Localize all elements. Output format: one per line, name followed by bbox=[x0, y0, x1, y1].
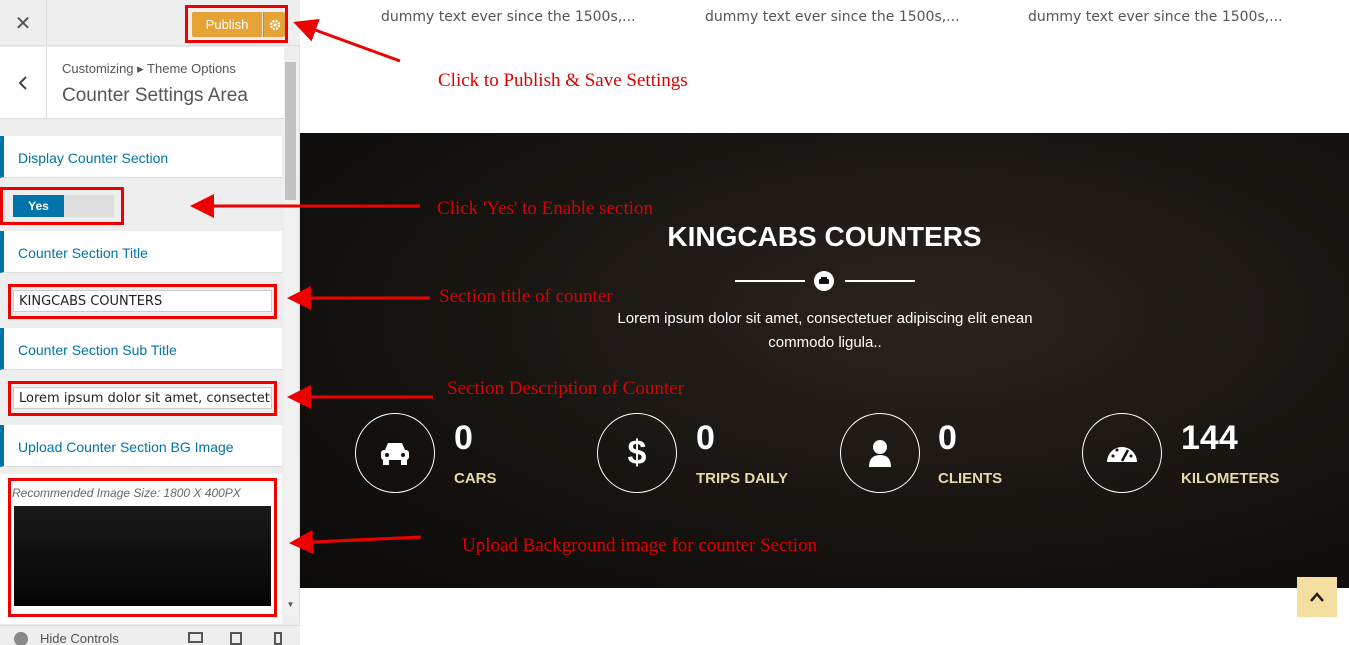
back-to-top-button[interactable] bbox=[1297, 577, 1337, 617]
section-counter-title: Counter Section Title bbox=[0, 231, 282, 273]
dollar-icon: $ bbox=[627, 433, 647, 472]
breadcrumb: Customizing ▸ Theme Options bbox=[62, 61, 236, 76]
tablet-preview-icon[interactable] bbox=[230, 632, 242, 645]
car-icon bbox=[381, 443, 409, 465]
cab-icon bbox=[814, 271, 834, 291]
back-button[interactable] bbox=[0, 47, 47, 119]
toggle-yes-option[interactable]: Yes bbox=[13, 195, 64, 217]
dummy-text: dummy text ever since the 1500s,... bbox=[1028, 9, 1283, 25]
stat-icon-circle bbox=[355, 413, 435, 493]
chevron-up-icon[interactable] bbox=[1309, 591, 1325, 603]
section-label: Upload Counter Section BG Image bbox=[18, 439, 234, 455]
stat-label: CARS bbox=[454, 470, 497, 487]
stat-label: CLIENTS bbox=[938, 470, 1003, 487]
section-label: Counter Section Sub Title bbox=[18, 342, 177, 358]
hide-controls-icon[interactable] bbox=[14, 632, 28, 645]
annotation-publish: Click to Publish & Save Settings bbox=[438, 70, 688, 91]
section-label: Display Counter Section bbox=[18, 150, 169, 166]
speedometer-icon bbox=[1107, 447, 1137, 462]
stat-label: KILOMETERS bbox=[1181, 470, 1280, 487]
scroll-down-icon[interactable]: ▼ bbox=[285, 600, 296, 612]
user-icon bbox=[869, 440, 891, 467]
publish-highlight-box: Publish bbox=[185, 5, 288, 43]
image-highlight-box bbox=[8, 478, 277, 617]
publish-settings-button[interactable] bbox=[263, 12, 285, 37]
stat-icon-circle bbox=[840, 413, 920, 493]
annotation-title: Section title of counter bbox=[439, 286, 613, 307]
stat-value: 0 bbox=[454, 419, 473, 457]
stat-label: TRIPS DAILY bbox=[696, 470, 788, 487]
section-label: Counter Section Title bbox=[18, 245, 148, 261]
stat-icon-circle bbox=[1082, 413, 1162, 493]
counter-title: KINGCABS COUNTERS bbox=[667, 221, 982, 252]
annotation-upload: Upload Background image for counter Sect… bbox=[462, 535, 818, 556]
customizer-sidebar: ✕ Publish Customizing ▸ Theme Options Co… bbox=[0, 0, 300, 645]
customizer-topbar: ✕ Publish bbox=[0, 0, 300, 46]
toggle-highlight-box: Yes bbox=[0, 187, 124, 225]
chevron-left-icon[interactable] bbox=[17, 75, 29, 91]
scrollbar-thumb[interactable] bbox=[285, 62, 296, 200]
close-button[interactable]: ✕ bbox=[0, 0, 47, 46]
divider-line bbox=[845, 280, 915, 282]
stat-icon-circle: $ bbox=[597, 413, 677, 493]
publish-button[interactable]: Publish bbox=[192, 12, 262, 37]
gear-icon[interactable] bbox=[269, 19, 281, 31]
dummy-text: dummy text ever since the 1500s,... bbox=[705, 9, 960, 25]
stat-value: 0 bbox=[938, 419, 957, 457]
bg-image-thumbnail[interactable] bbox=[14, 506, 271, 606]
title-highlight-box: KINGCABS COUNTERS bbox=[8, 284, 277, 319]
annotation-enable: Click 'Yes' to Enable section bbox=[437, 198, 654, 219]
annotation-description: Section Description of Counter bbox=[447, 378, 684, 399]
dummy-text: dummy text ever since the 1500s,... bbox=[381, 9, 636, 25]
subtitle-highlight-box: Lorem ipsum dolor sit amet, consectetuer… bbox=[8, 381, 277, 416]
stat-value: 0 bbox=[696, 419, 715, 457]
panel-header: Customizing ▸ Theme Options Counter Sett… bbox=[0, 47, 284, 119]
panel-title: Counter Settings Area bbox=[62, 85, 248, 106]
hide-controls-button[interactable]: Hide Controls bbox=[40, 631, 119, 645]
divider-line bbox=[735, 280, 805, 282]
counter-title-input[interactable]: KINGCABS COUNTERS bbox=[13, 290, 272, 312]
counter-subtitle-input[interactable]: Lorem ipsum dolor sit amet, consectetuer… bbox=[13, 387, 272, 409]
counter-subtitle: Lorem ipsum dolor sit amet, consectetuer… bbox=[617, 310, 1033, 351]
mobile-preview-icon[interactable] bbox=[274, 632, 282, 645]
desktop-preview-icon[interactable] bbox=[188, 632, 203, 643]
stat-value: 144 bbox=[1181, 419, 1238, 457]
section-bg-image: Upload Counter Section BG Image bbox=[0, 425, 282, 467]
display-toggle[interactable]: Yes bbox=[13, 195, 114, 217]
section-counter-subtitle: Counter Section Sub Title bbox=[0, 328, 282, 370]
section-display-counter: Display Counter Section bbox=[0, 136, 282, 178]
close-icon[interactable]: ✕ bbox=[15, 11, 32, 36]
